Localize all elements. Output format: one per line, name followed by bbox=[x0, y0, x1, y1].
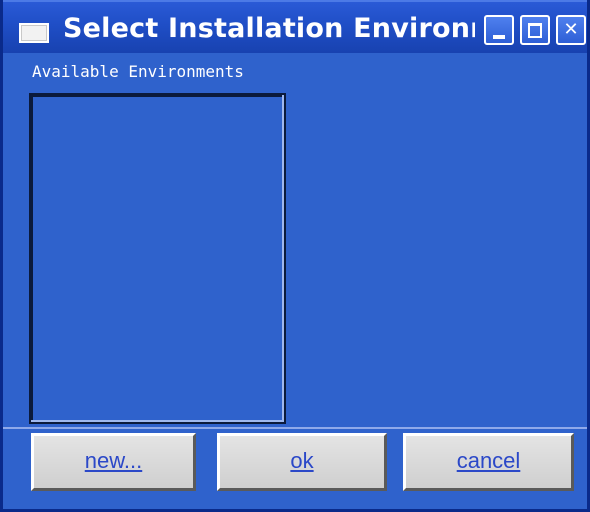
dialog-window: Select Installation Environm ✕ Available… bbox=[0, 0, 590, 512]
window-icon[interactable] bbox=[19, 23, 49, 43]
ok-button[interactable]: ok bbox=[217, 433, 387, 491]
cancel-button[interactable]: cancel bbox=[403, 433, 574, 491]
environments-list[interactable] bbox=[29, 93, 286, 424]
close-button[interactable]: ✕ bbox=[556, 15, 586, 45]
new-button[interactable]: new... bbox=[31, 433, 196, 491]
close-icon: ✕ bbox=[563, 19, 579, 40]
available-environments-label: Available Environments bbox=[32, 62, 244, 81]
minimize-icon bbox=[493, 35, 505, 39]
maximize-button[interactable] bbox=[520, 15, 550, 45]
minimize-button[interactable] bbox=[484, 15, 514, 45]
title-bar[interactable]: Select Installation Environm ✕ bbox=[3, 0, 587, 53]
window-title: Select Installation Environm bbox=[63, 13, 475, 44]
maximize-icon bbox=[528, 23, 542, 38]
